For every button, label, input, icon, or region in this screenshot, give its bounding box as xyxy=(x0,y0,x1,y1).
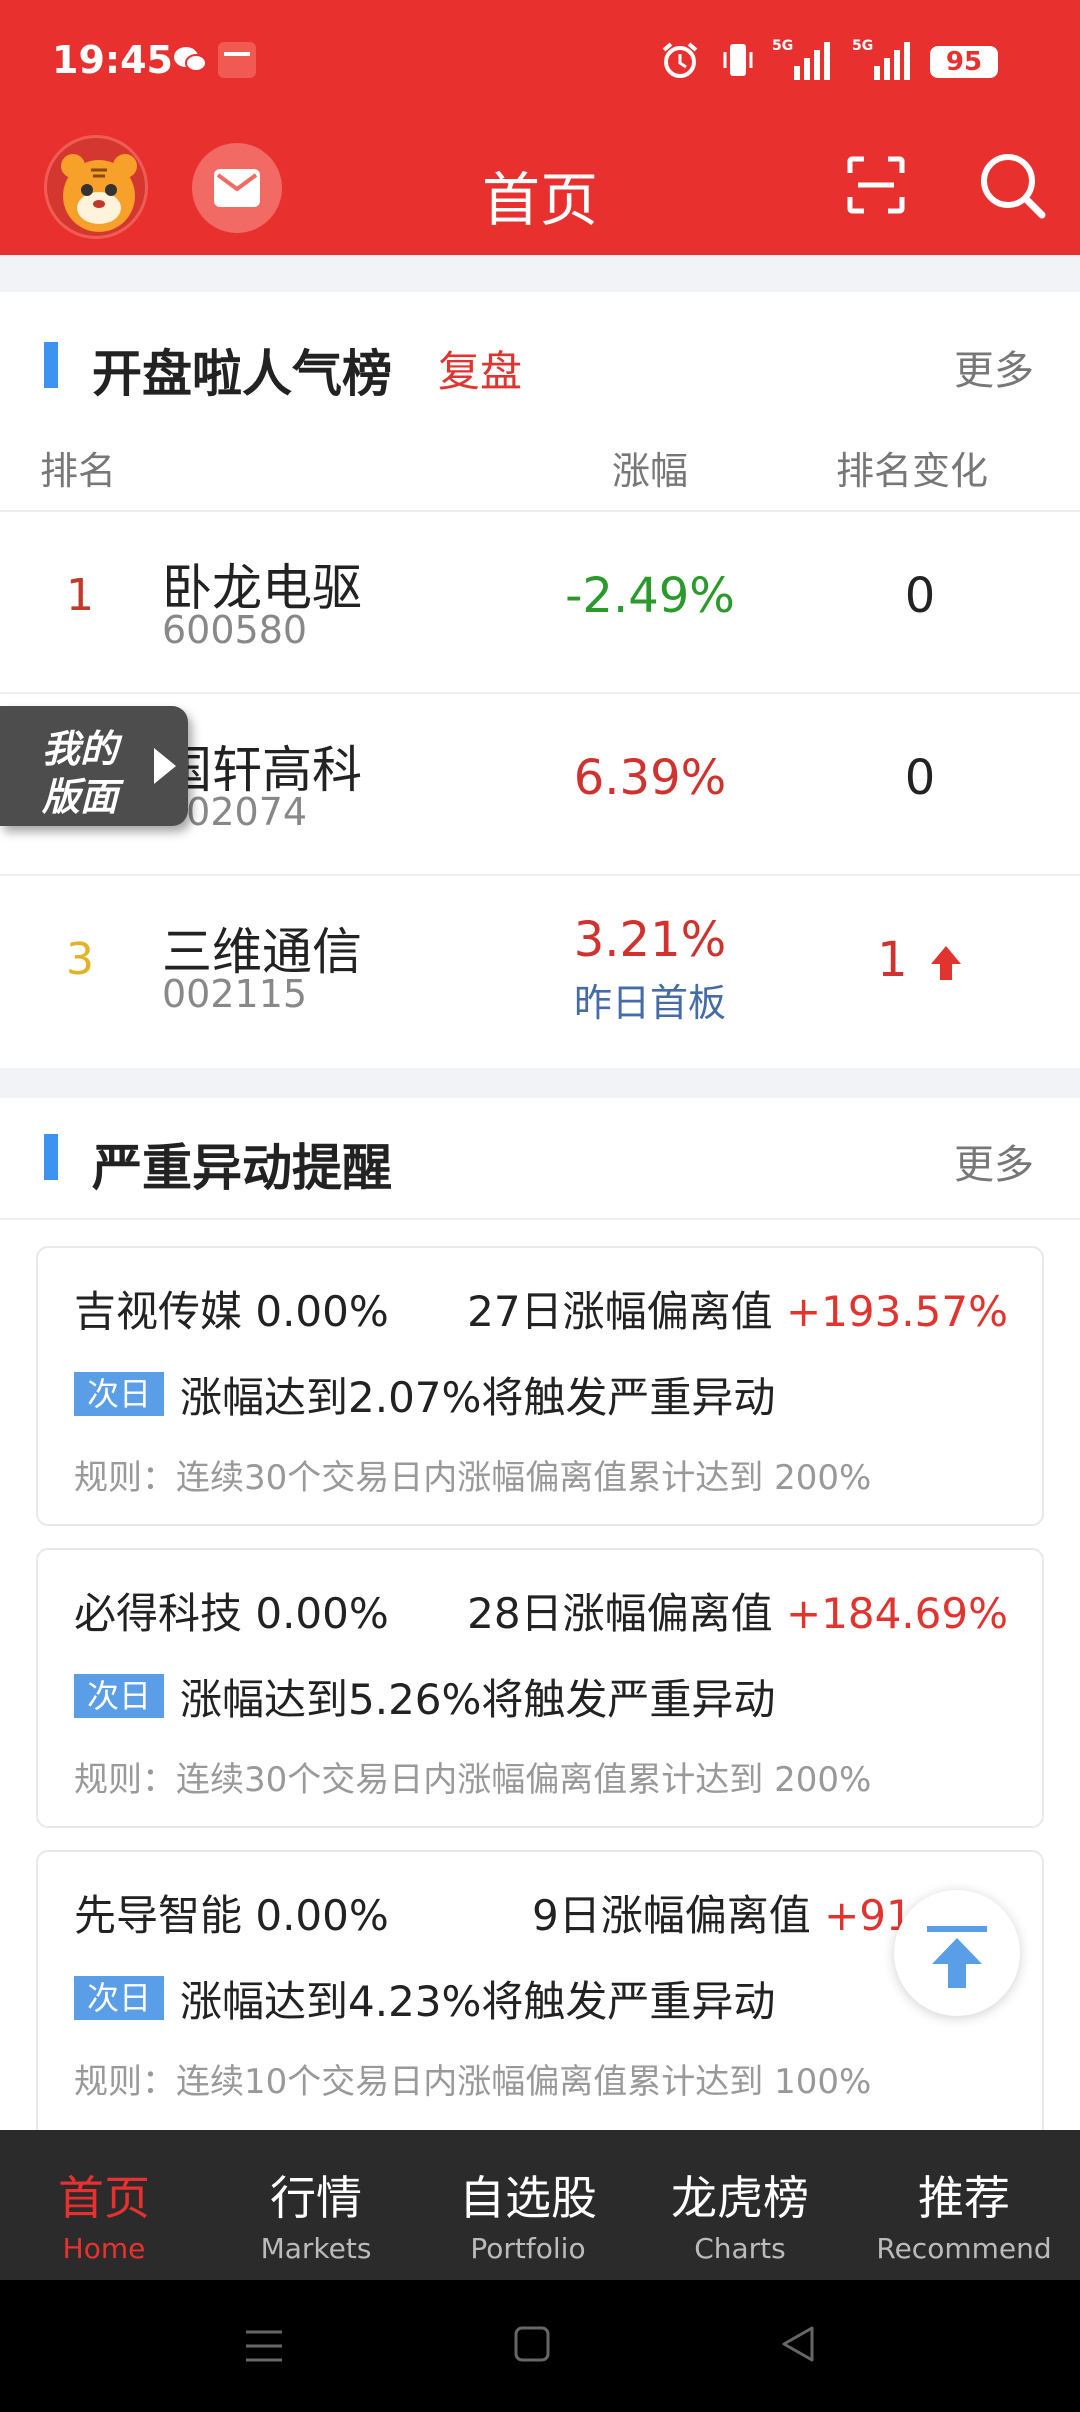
my-panel-label-2: 版面 xyxy=(42,775,119,819)
rank-change: 0 xyxy=(904,568,936,624)
arrow-to-top-icon xyxy=(927,1926,987,1988)
alert-rule: 规则：连续10个交易日内涨幅偏离值累计达到 100% xyxy=(74,2062,872,2102)
alert-stock: 吉视传媒 0.00% xyxy=(74,1287,389,1336)
tab-markets[interactable]: 行情 Markets xyxy=(208,2130,424,2280)
next-day-tag: 次日 xyxy=(74,1674,164,1718)
alert-item[interactable]: 先导智能 0.00% 9日涨幅偏离值 +91 次日 涨幅达到4.23%将触发严重… xyxy=(36,1850,1044,2150)
back-to-top-button[interactable] xyxy=(894,1890,1020,2016)
deviation-value: +193.57% xyxy=(785,1287,1008,1336)
rank-number: 1 xyxy=(66,570,94,621)
svg-text:5G: 5G xyxy=(852,38,873,54)
review-link[interactable]: 复盘 xyxy=(438,338,522,399)
tab-sublabel: Home xyxy=(62,2232,146,2265)
rank-change: 0 xyxy=(904,750,936,806)
section-title: 严重异动提醒 xyxy=(92,1139,392,1197)
signal-icon: 5G xyxy=(772,38,830,80)
tab-portfolio[interactable]: 自选股 Portfolio xyxy=(424,2130,632,2280)
vibrate-icon xyxy=(723,44,753,76)
column-change: 涨幅 xyxy=(612,449,689,493)
more-link[interactable]: 更多 xyxy=(954,1132,1034,1190)
rank-change-value: 1 xyxy=(877,932,908,988)
section-accent-bar xyxy=(44,1134,58,1180)
tab-sublabel: Charts xyxy=(694,2232,786,2265)
column-rank-change: 排名变化 xyxy=(836,449,989,493)
battery-icon: 95 xyxy=(930,46,998,78)
alert-item[interactable]: 吉视传媒 0.00% 27日涨幅偏离值 +193.57% 次日 涨幅达到2.07… xyxy=(36,1246,1044,1526)
tab-recommend[interactable]: 推荐 Recommend xyxy=(848,2130,1080,2280)
column-header: 排名 涨幅 排名变化 xyxy=(0,422,1080,512)
alert-message: 涨幅达到4.23%将触发严重异动 xyxy=(180,1977,776,2026)
section-accent-bar xyxy=(44,342,58,388)
search-icon[interactable] xyxy=(978,151,1046,219)
my-panel-label-1: 我的 xyxy=(42,727,119,771)
tab-charts[interactable]: 龙虎榜 Charts xyxy=(632,2130,848,2280)
stock-code: 002115 xyxy=(162,972,308,1016)
next-day-tag: 次日 xyxy=(74,1976,164,2020)
alert-item[interactable]: 必得科技 0.00% 28日涨幅偏离值 +184.69% 次日 涨幅达到5.26… xyxy=(36,1548,1044,1828)
page-title: 首页 xyxy=(481,166,598,234)
deviation: 27日涨幅偏离值 +193.57% xyxy=(467,1278,1008,1339)
alert-stock: 必得科技 0.00% xyxy=(74,1589,389,1638)
tab-sublabel: Recommend xyxy=(876,2232,1052,2265)
scan-icon[interactable] xyxy=(846,155,906,215)
stock-code: 600580 xyxy=(162,608,308,652)
column-rank: 排名 xyxy=(40,449,117,493)
red-packet-icon xyxy=(218,42,256,78)
status-bar: 19:45 5G 5G 95 xyxy=(0,0,1080,125)
alert-stock: 先导智能 0.00% xyxy=(74,1891,389,1940)
deviation-label: 9日涨幅偏离值 xyxy=(532,1891,825,1940)
status-time: 19:45 xyxy=(52,38,173,82)
play-icon xyxy=(154,748,176,784)
tab-label: 龙虎榜 xyxy=(671,2171,809,2225)
tab-label: 推荐 xyxy=(918,2171,1010,2225)
stock-row[interactable]: 3 三维通信 002115 3.21% 昨日首板 1 xyxy=(0,876,1080,1058)
wechat-icon xyxy=(174,47,207,72)
alert-rule: 规则：连续30个交易日内涨幅偏离值累计达到 200% xyxy=(74,1760,872,1800)
popular-ranking-card: 开盘啦人气榜 复盘 更多 排名 涨幅 排名变化 1 卧龙电驱 600580 -2… xyxy=(0,292,1080,1068)
more-link[interactable]: 更多 xyxy=(954,338,1034,396)
bottom-tab-bar: 首页 Home 行情 Markets 自选股 Portfolio 龙虎榜 Cha… xyxy=(0,2130,1080,2280)
deviation-value: +184.69% xyxy=(785,1589,1008,1638)
deviation: 28日涨幅偏离值 +184.69% xyxy=(467,1580,1008,1641)
price-change: 3.21% xyxy=(573,912,727,968)
deviation-label: 28日涨幅偏离值 xyxy=(467,1589,786,1638)
tab-sublabel: Markets xyxy=(260,2232,372,2265)
alarm-icon xyxy=(662,42,698,78)
stock-row[interactable]: 1 卧龙电驱 600580 -2.49% 0 xyxy=(0,512,1080,694)
next-day-tag: 次日 xyxy=(74,1372,164,1416)
rank-change: 1 xyxy=(820,932,1020,988)
tab-label: 自选股 xyxy=(459,2171,597,2225)
deviation: 9日涨幅偏离值 +91 xyxy=(532,1882,913,1943)
arrow-up-icon xyxy=(930,946,961,980)
app-header: 首页 xyxy=(0,125,1080,255)
board-note: 昨日首板 xyxy=(573,981,726,1025)
price-change: 6.39% xyxy=(573,750,727,806)
home-icon[interactable] xyxy=(512,2324,552,2364)
tab-label: 首页 xyxy=(58,2171,150,2225)
tab-home[interactable]: 首页 Home xyxy=(0,2130,208,2280)
alert-message: 涨幅达到5.26%将触发严重异动 xyxy=(180,1675,776,1724)
my-panel-button[interactable]: 我的 版面 xyxy=(0,706,188,826)
section-title: 开盘啦人气榜 xyxy=(92,345,392,403)
deviation-label: 27日涨幅偏离值 xyxy=(467,1287,786,1336)
section-header: 开盘啦人气榜 复盘 更多 xyxy=(0,292,1080,422)
tab-sublabel: Portfolio xyxy=(470,2232,586,2265)
section-header: 严重异动提醒 更多 xyxy=(0,1098,1080,1220)
system-nav-bar xyxy=(0,2280,1080,2412)
price-change: -2.49% xyxy=(565,568,735,624)
back-icon[interactable] xyxy=(778,2324,818,2364)
rank-number: 3 xyxy=(66,934,94,985)
tab-label: 行情 xyxy=(270,2171,362,2225)
alert-rule: 规则：连续30个交易日内涨幅偏离值累计达到 200% xyxy=(74,1458,872,1498)
menu-icon[interactable] xyxy=(244,2328,284,2364)
alert-message: 涨幅达到2.07%将触发严重异动 xyxy=(180,1373,776,1422)
signal-icon: 5G xyxy=(852,38,910,80)
svg-text:5G: 5G xyxy=(772,38,793,54)
